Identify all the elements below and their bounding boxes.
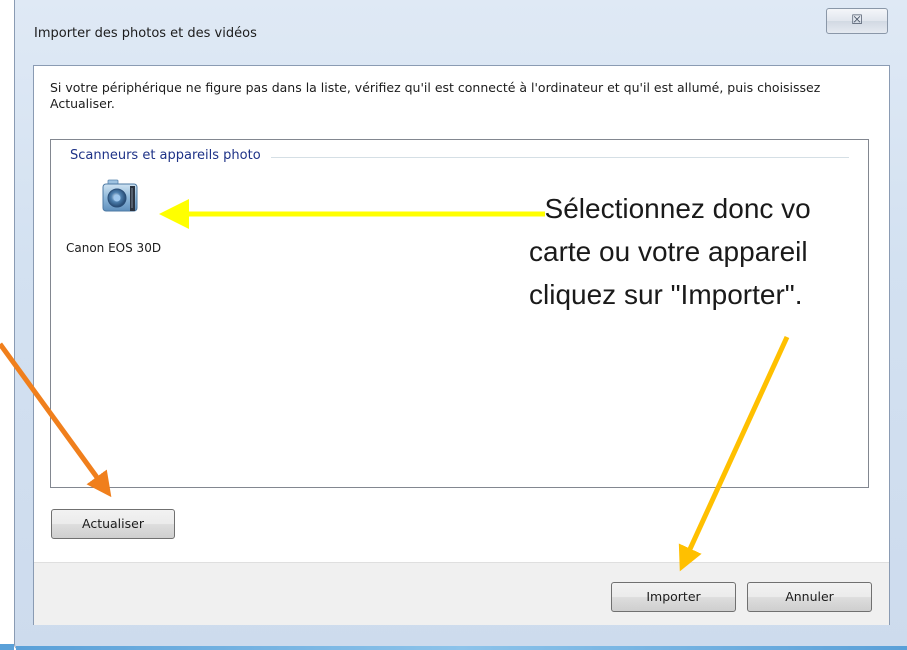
orange-arrow: [0, 342, 112, 498]
annotation-arrows: [0, 199, 790, 572]
gold-arrow: [678, 335, 790, 572]
